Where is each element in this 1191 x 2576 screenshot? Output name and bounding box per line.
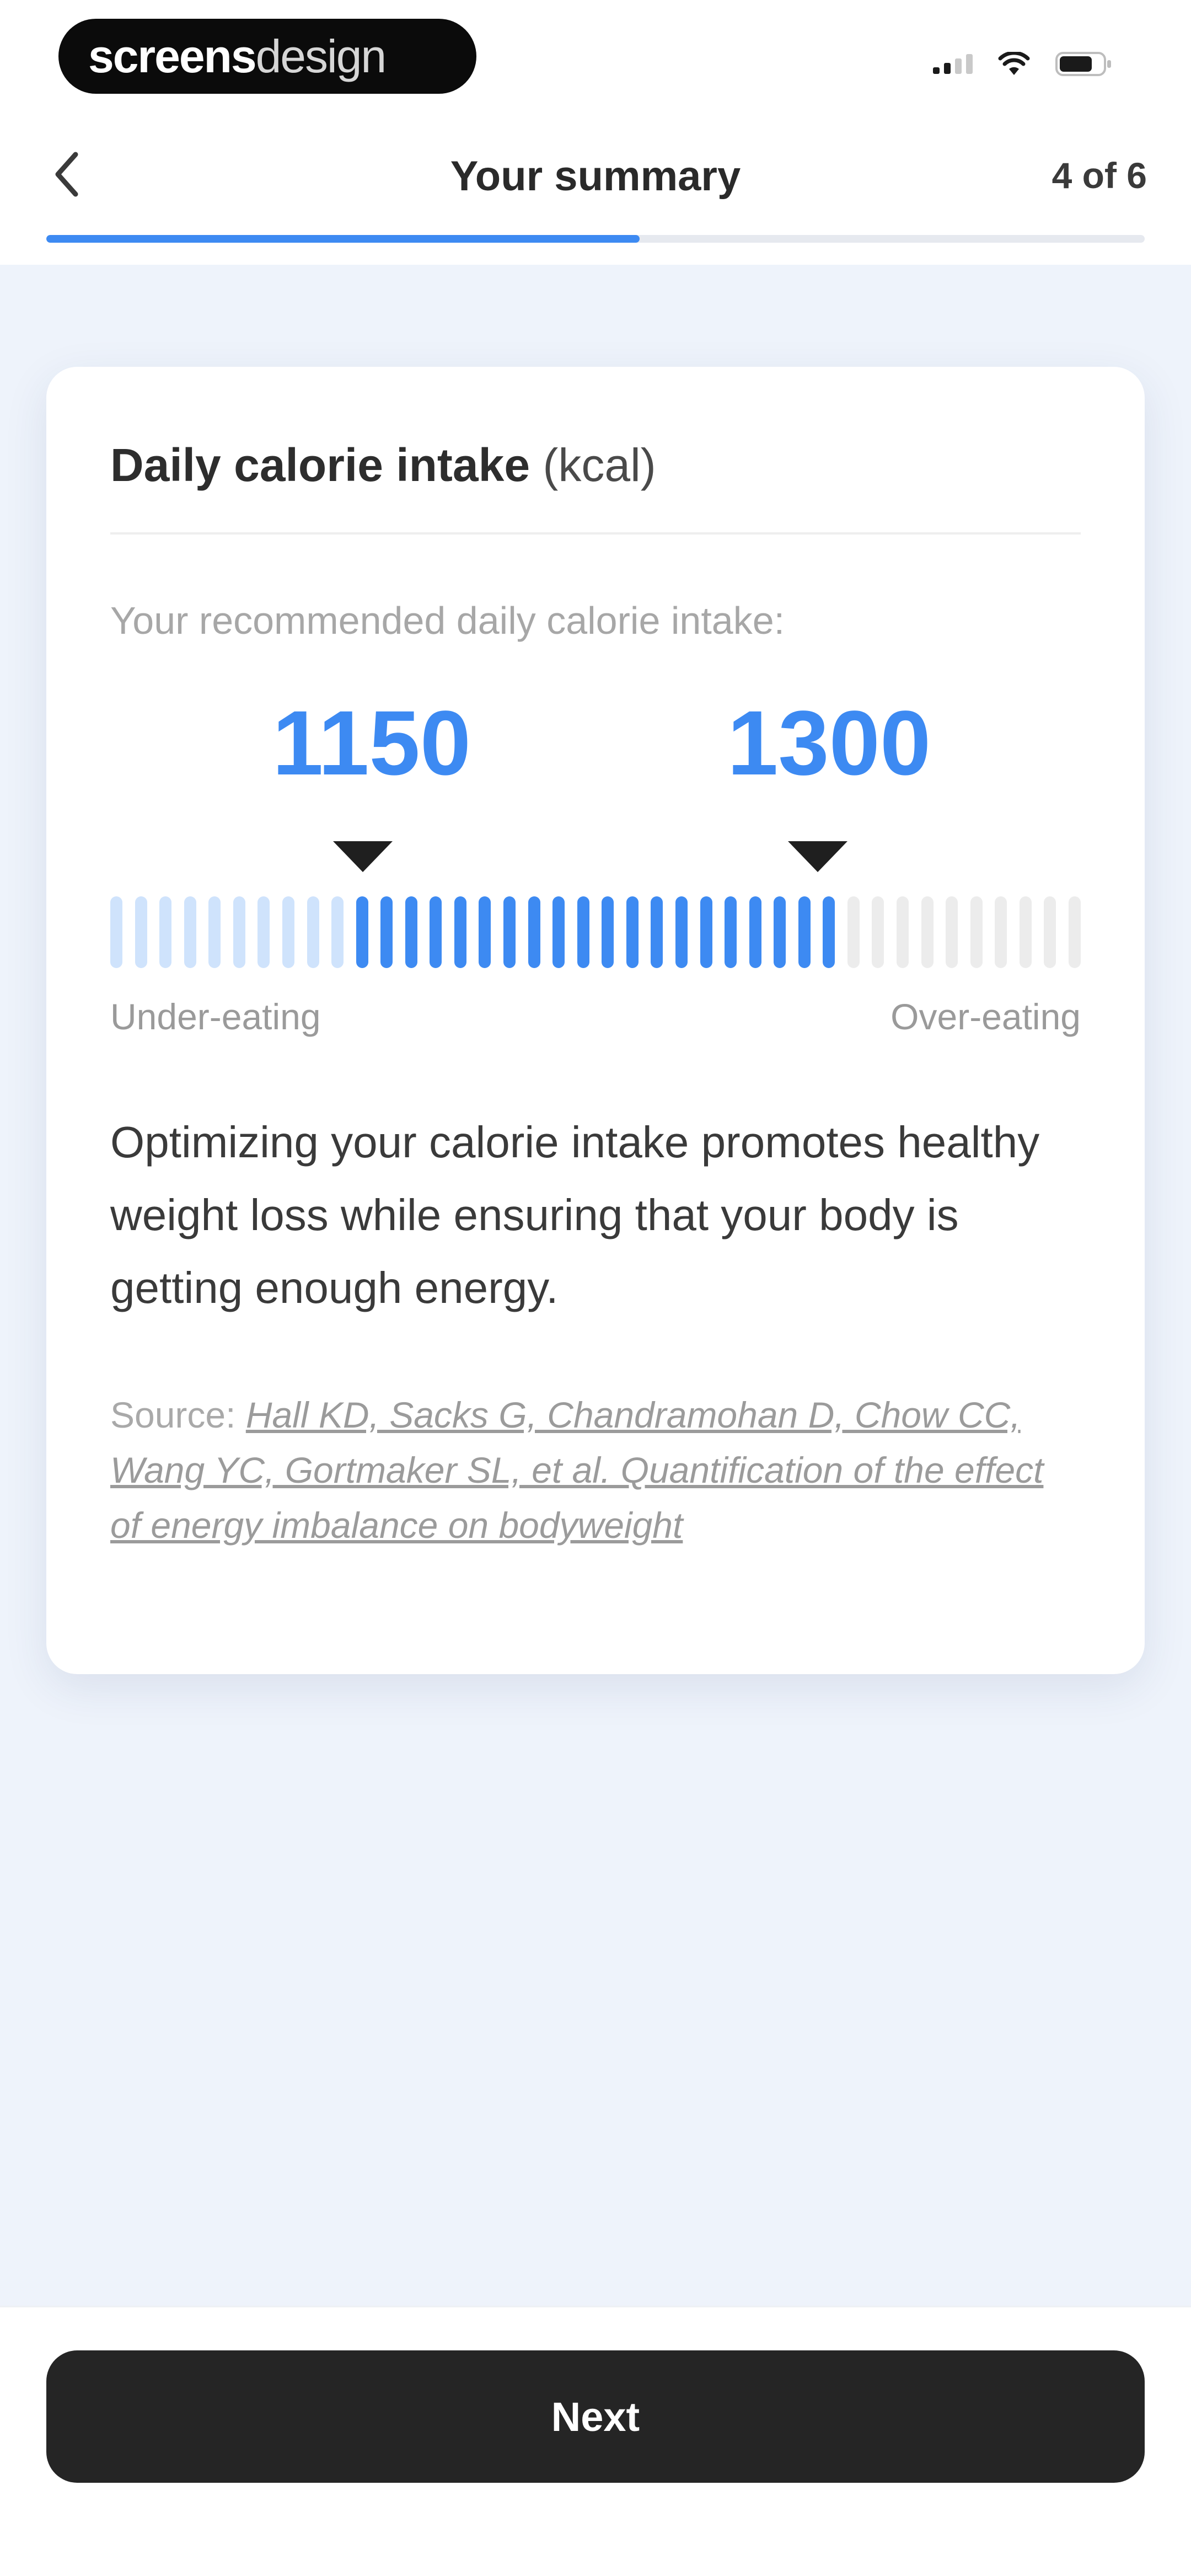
range-min-value: 1150 xyxy=(272,692,471,794)
step-counter: 4 of 6 xyxy=(1051,155,1147,196)
card-title-text: Daily calorie intake xyxy=(110,439,530,491)
scale-tick-target xyxy=(823,896,835,968)
scale-tick-target xyxy=(454,896,466,968)
card-title: Daily calorie intake (kcal) xyxy=(110,439,656,492)
scale-tick-target xyxy=(430,896,442,968)
scale-tick-target xyxy=(528,896,540,968)
scale-tick-low xyxy=(110,896,122,968)
next-button[interactable]: Next xyxy=(46,2350,1145,2483)
scale-tick-low xyxy=(233,896,245,968)
scale-tick-target xyxy=(725,896,737,968)
calorie-scale xyxy=(110,896,1081,968)
card-title-unit: (kcal) xyxy=(543,439,656,491)
range-max-value: 1300 xyxy=(727,692,931,794)
scale-tick-high xyxy=(970,896,983,968)
scale-tick-target xyxy=(798,896,811,968)
scale-right-label: Over-eating xyxy=(890,996,1081,1037)
scale-tick-target xyxy=(380,896,393,968)
source-link[interactable]: Hall KD, Sacks G, Chandramohan D, Chow C… xyxy=(110,1394,1043,1546)
app-screen: screens design Your summary 4 of 6 Daily… xyxy=(0,0,1191,2576)
scale-tick-target xyxy=(774,896,786,968)
scale-tick-target xyxy=(626,896,639,968)
scale-tick-target xyxy=(700,896,712,968)
header: Your summary 4 of 6 xyxy=(0,127,1191,265)
scale-tick-low xyxy=(159,896,172,968)
status-bar: screens design xyxy=(0,0,1191,127)
progress-bar xyxy=(46,235,1145,243)
scale-tick-target xyxy=(405,896,417,968)
scale-tick-high xyxy=(872,896,884,968)
scale-tick-low xyxy=(135,896,147,968)
scale-tick-low xyxy=(257,896,270,968)
wifi-icon xyxy=(998,52,1030,75)
scale-tick-high xyxy=(897,896,909,968)
scale-tick-target xyxy=(577,896,589,968)
range-min-marker-icon xyxy=(333,841,393,872)
brand-logo-light: design xyxy=(255,30,387,82)
card-divider xyxy=(110,532,1081,535)
page-title: Your summary xyxy=(450,153,741,200)
scale-tick-high xyxy=(847,896,860,968)
signal-icon xyxy=(933,54,973,74)
scale-tick-low xyxy=(282,896,294,968)
brand-logo-strong: screens xyxy=(88,30,257,82)
recommend-label: Your recommended daily calorie intake: xyxy=(110,599,785,642)
source-prefix: Source: xyxy=(110,1394,236,1435)
battery-icon xyxy=(1055,52,1111,76)
scale-tick-high xyxy=(921,896,934,968)
scale-tick-low xyxy=(307,896,319,968)
scale-tick-target xyxy=(651,896,663,968)
scale-tick-target xyxy=(356,896,368,968)
scale-tick-low xyxy=(331,896,344,968)
range-max-marker-icon xyxy=(788,841,847,872)
bottom-bar: Next xyxy=(0,2306,1191,2576)
progress-bar-fill xyxy=(46,235,640,243)
scale-tick-high xyxy=(995,896,1007,968)
calorie-card: Daily calorie intake (kcal) Your recomme… xyxy=(46,367,1145,1674)
scale-tick-low xyxy=(184,896,196,968)
scale-tick-target xyxy=(479,896,491,968)
scale-tick-high xyxy=(1069,896,1081,968)
scale-tick-low xyxy=(208,896,221,968)
scale-tick-high xyxy=(1044,896,1056,968)
info-text: Optimizing your calorie intake promotes … xyxy=(110,1118,1040,1312)
scale-tick-target xyxy=(675,896,688,968)
scale-left-label: Under-eating xyxy=(110,996,321,1037)
scale-tick-high xyxy=(1019,896,1032,968)
scale-tick-target xyxy=(749,896,761,968)
scale-tick-target xyxy=(552,896,565,968)
source-citation: Source: Hall KD, Sacks G, Chandramohan D… xyxy=(110,1387,1081,1553)
scale-tick-high xyxy=(946,896,958,968)
scale-tick-target xyxy=(602,896,614,968)
scale-tick-target xyxy=(503,896,516,968)
content-area: Daily calorie intake (kcal) Your recomme… xyxy=(0,265,1191,2306)
status-icons xyxy=(933,51,1113,77)
brand-logo: screens design xyxy=(58,19,476,94)
